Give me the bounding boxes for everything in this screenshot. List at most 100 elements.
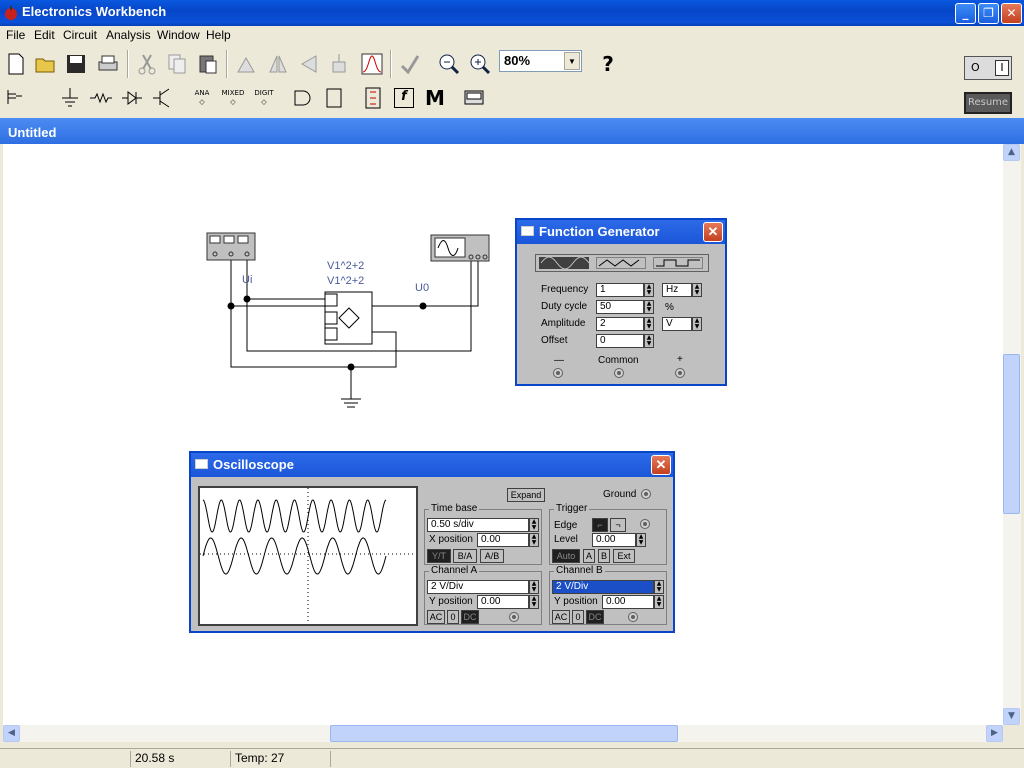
minimize-button[interactable]: _ — [955, 3, 976, 24]
circuit-canvas[interactable]: V1^2+2 V1^2+2 Ui U0 — [3, 144, 1003, 725]
controls-bin-button[interactable]: f — [390, 84, 418, 112]
indicators-bin-button[interactable] — [359, 84, 387, 112]
sources-bin-button[interactable] — [56, 84, 84, 112]
auto-trigger-button[interactable]: Auto — [552, 549, 580, 563]
flip-vertical-button[interactable] — [294, 50, 322, 78]
instruments-bin-button[interactable] — [460, 84, 488, 112]
amplitude-unit-field[interactable]: V — [662, 317, 692, 331]
frequency-field[interactable]: 1 — [596, 283, 644, 297]
menu-file[interactable]: File — [6, 28, 25, 42]
channel-b-terminal[interactable] — [628, 612, 638, 622]
menu-help[interactable]: Help — [206, 28, 231, 42]
channel-b-scale-spinner[interactable]: ▲ ▼ — [654, 580, 664, 594]
create-subcircuit-button[interactable] — [396, 50, 424, 78]
channel-a-scale-spinner[interactable]: ▲ ▼ — [529, 580, 539, 594]
copy-button[interactable] — [163, 50, 191, 78]
yt-mode-button[interactable]: Y/T — [427, 549, 451, 563]
help-button[interactable]: ? — [594, 50, 622, 78]
scroll-right-icon[interactable]: ▶ — [986, 725, 1003, 742]
channel-a-dc-button[interactable]: DC — [461, 610, 479, 624]
component-properties-button[interactable] — [325, 50, 353, 78]
save-button[interactable] — [62, 50, 90, 78]
zoom-out-button[interactable] — [435, 50, 463, 78]
ground-terminal[interactable] — [641, 489, 651, 499]
expand-button[interactable]: Expand — [507, 488, 545, 502]
minus-terminal[interactable] — [553, 368, 563, 378]
duty-cycle-spinner[interactable]: ▲ ▼ — [644, 300, 654, 314]
channel-b-dc-button[interactable]: DC — [586, 610, 604, 624]
horizontal-scroll-thumb[interactable] — [330, 725, 678, 742]
digital-bin-button[interactable] — [320, 84, 348, 112]
menu-window[interactable]: Window — [157, 28, 200, 42]
channel-a-y-position-field[interactable]: 0.00 — [477, 595, 529, 609]
menu-analysis[interactable]: Analysis — [106, 28, 151, 42]
menu-edit[interactable]: Edit — [34, 28, 55, 42]
level-spinner[interactable]: ▲ ▼ — [636, 533, 646, 547]
open-button[interactable] — [32, 50, 60, 78]
channel-b-y-position-field[interactable]: 0.00 — [602, 595, 654, 609]
time-base-field[interactable]: 0.50 s/div — [427, 518, 529, 532]
channel-b-y-position-spinner[interactable]: ▲ ▼ — [654, 595, 664, 609]
channel-a-zero-button[interactable]: 0 — [447, 610, 459, 624]
favorites-bin-button[interactable] — [2, 84, 30, 112]
ba-mode-button[interactable]: B/A — [453, 549, 477, 563]
multiplier-block[interactable] — [324, 291, 373, 345]
function-generator-title-bar[interactable]: Function Generator ✕ — [517, 220, 725, 244]
oscilloscope-instrument[interactable] — [430, 234, 490, 262]
chevron-down-icon[interactable]: ▼ — [564, 52, 580, 70]
scroll-left-icon[interactable]: ◀ — [3, 725, 20, 742]
close-button[interactable]: ✕ — [1001, 3, 1022, 24]
power-switch[interactable]: O I — [964, 56, 1012, 80]
x-position-spinner[interactable]: ▲ ▼ — [529, 533, 539, 547]
trigger-b-button[interactable]: B — [598, 549, 610, 563]
oscilloscope-close-button[interactable]: ✕ — [651, 455, 671, 475]
channel-b-ac-button[interactable]: AC — [552, 610, 570, 624]
frequency-spinner[interactable]: ▲ ▼ — [644, 283, 654, 297]
x-position-field[interactable]: 0.00 — [477, 533, 529, 547]
amplitude-field[interactable]: 2 — [596, 317, 644, 331]
zoom-select[interactable]: 80% ▼ — [499, 50, 582, 72]
paste-button[interactable] — [194, 50, 222, 78]
zoom-in-button[interactable] — [466, 50, 494, 78]
digital-ics-bin-button[interactable]: DIGIT ◇ — [250, 84, 278, 112]
channel-a-ac-button[interactable]: AC — [427, 610, 445, 624]
trigger-ext-button[interactable]: Ext — [613, 549, 635, 563]
function-generator-close-button[interactable]: ✕ — [703, 222, 723, 242]
plus-terminal[interactable] — [675, 368, 685, 378]
rotate-button[interactable] — [232, 50, 260, 78]
oscilloscope-title-bar[interactable]: Oscilloscope ✕ — [191, 453, 673, 477]
offset-spinner[interactable]: ▲ ▼ — [644, 334, 654, 348]
function-generator-instrument[interactable] — [206, 232, 256, 261]
scroll-down-icon[interactable]: ▼ — [1003, 708, 1020, 725]
common-terminal[interactable] — [614, 368, 624, 378]
level-field[interactable]: 0.00 — [592, 533, 636, 547]
scroll-up-icon[interactable]: ▲ — [1003, 144, 1020, 161]
bode-plot-button[interactable] — [358, 50, 386, 78]
sine-wave-button[interactable] — [539, 256, 590, 270]
logic-gates-bin-button[interactable] — [289, 84, 317, 112]
amplitude-spinner[interactable]: ▲ ▼ — [644, 317, 654, 331]
square-wave-button[interactable] — [653, 257, 703, 269]
new-file-button[interactable] — [2, 50, 30, 78]
trigger-a-button[interactable]: A — [583, 549, 595, 563]
vertical-scroll-thumb[interactable] — [1003, 354, 1020, 514]
restore-button[interactable]: ❐ — [978, 3, 999, 24]
channel-b-zero-button[interactable]: 0 — [572, 610, 584, 624]
channel-b-scale-field[interactable]: 2 V/Div — [552, 580, 654, 594]
trigger-terminal[interactable] — [640, 519, 650, 529]
frequency-unit-spinner[interactable]: ▲ ▼ — [692, 283, 702, 297]
diodes-bin-button[interactable] — [118, 84, 146, 112]
falling-edge-button[interactable]: ¬ — [610, 518, 626, 532]
rising-edge-button[interactable]: ⌐ — [592, 518, 608, 532]
vertical-scrollbar[interactable]: ▲ ▼ — [1003, 144, 1021, 725]
print-button[interactable] — [94, 50, 122, 78]
offset-field[interactable]: 0 — [596, 334, 644, 348]
channel-a-scale-field[interactable]: 2 V/Div — [427, 580, 529, 594]
ab-mode-button[interactable]: A/B — [480, 549, 504, 563]
analog-ics-bin-button[interactable]: ANA ◇ — [188, 84, 216, 112]
miscellaneous-bin-button[interactable]: M — [421, 84, 449, 112]
menu-circuit[interactable]: Circuit — [63, 28, 97, 42]
duty-cycle-field[interactable]: 50 — [596, 300, 644, 314]
frequency-unit-field[interactable]: Hz — [662, 283, 692, 297]
horizontal-scrollbar[interactable]: ◀ ▶ — [3, 725, 1003, 742]
